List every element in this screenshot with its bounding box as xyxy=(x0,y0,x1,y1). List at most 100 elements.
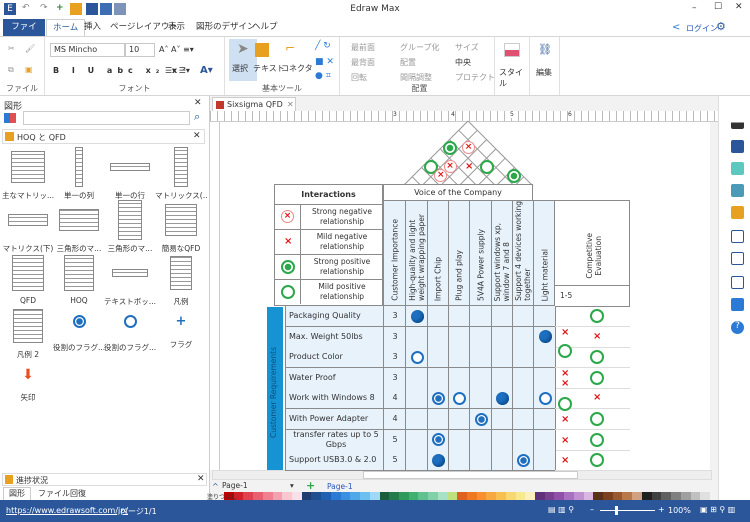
color-swatch[interactable] xyxy=(680,492,691,500)
matrix-cell[interactable] xyxy=(470,326,492,347)
login-link[interactable]: ログイン xyxy=(686,23,718,34)
matrix-cell[interactable] xyxy=(470,367,492,388)
shape-search-input[interactable] xyxy=(23,111,190,125)
line-style-icon[interactable] xyxy=(731,140,744,153)
matrix-cell[interactable] xyxy=(406,367,428,388)
layers-icon[interactable] xyxy=(731,206,744,219)
horizontal-scrollbar[interactable] xyxy=(212,470,712,480)
color-swatch[interactable] xyxy=(515,492,526,500)
color-swatch[interactable] xyxy=(398,492,409,500)
settings-gear-icon[interactable]: ⚙ xyxy=(716,20,726,33)
color-swatch[interactable] xyxy=(583,492,594,500)
shape-item[interactable]: ⬇ 矢印 xyxy=(2,360,54,403)
shape-item[interactable]: マトリクス(下) xyxy=(2,201,54,254)
shape-item[interactable]: 単一の列 xyxy=(53,147,105,201)
matrix-cell[interactable] xyxy=(428,326,449,347)
data-icon[interactable] xyxy=(731,276,744,289)
protect-button[interactable]: プロテクト xyxy=(455,72,495,83)
color-swatch[interactable] xyxy=(505,492,516,500)
shape-item[interactable]: HOQ xyxy=(53,254,105,305)
color-swatch[interactable] xyxy=(379,492,390,500)
page-tab[interactable]: Page-1 xyxy=(327,482,353,491)
color-swatch[interactable] xyxy=(447,492,458,500)
format-painter-icon[interactable]: 🖌 xyxy=(25,44,35,53)
matrix-cell[interactable] xyxy=(406,326,428,347)
color-swatch[interactable] xyxy=(544,492,555,500)
color-swatch[interactable] xyxy=(690,492,701,500)
matrix-cell[interactable] xyxy=(492,306,513,326)
color-swatch[interactable] xyxy=(262,492,273,500)
matrix-cell[interactable] xyxy=(513,306,534,326)
color-swatch[interactable] xyxy=(622,492,633,500)
tab-view[interactable]: 表示 xyxy=(162,19,191,36)
shape-item[interactable]: 単一の行 xyxy=(104,148,156,201)
copy-icon[interactable]: ⧉ xyxy=(8,65,14,75)
matrix-cell[interactable] xyxy=(406,409,428,429)
align-button[interactable]: 配置 xyxy=(400,57,416,68)
tab-insert[interactable]: 挿入 xyxy=(78,19,107,36)
color-swatch[interactable] xyxy=(535,492,545,500)
page-icon[interactable] xyxy=(731,230,744,243)
color-swatch[interactable] xyxy=(360,492,370,500)
close-panel-icon[interactable]: ✕ xyxy=(194,98,202,108)
zoom-out-button[interactable]: – xyxy=(590,505,594,514)
shape-item[interactable]: 役割のフラグ... xyxy=(53,307,105,353)
color-swatch[interactable] xyxy=(457,492,467,500)
color-swatch[interactable] xyxy=(593,492,604,500)
matrix-cell[interactable] xyxy=(470,450,492,471)
shape-item[interactable]: 簡易なQFD xyxy=(155,201,207,254)
zoom-slider[interactable] xyxy=(600,506,655,515)
matrix-cell[interactable] xyxy=(534,429,556,450)
view-mode-icons[interactable]: ▤ ▥ ⚲ xyxy=(548,505,574,514)
zoom-in-button[interactable]: + xyxy=(658,505,665,514)
color-swatch[interactable] xyxy=(272,492,283,500)
scrollbar-thumb[interactable] xyxy=(363,471,578,479)
matrix-cell[interactable] xyxy=(492,347,513,368)
matrix-cell[interactable] xyxy=(492,450,513,471)
color-swatch[interactable] xyxy=(321,492,331,500)
size-button[interactable]: サイズ xyxy=(455,42,479,53)
image-icon[interactable] xyxy=(731,184,744,197)
color-swatch[interactable] xyxy=(554,492,565,500)
close-tab-icon[interactable]: ✕ xyxy=(287,98,294,111)
matrix-cell[interactable] xyxy=(406,429,428,450)
color-swatch[interactable] xyxy=(350,492,361,500)
add-page-button[interactable]: + xyxy=(306,479,315,492)
color-swatch[interactable] xyxy=(496,492,506,500)
document-tab[interactable]: Sixsigma QFD ✕ xyxy=(212,97,296,111)
text-tool-icon[interactable] xyxy=(255,43,269,57)
shape-item[interactable]: 凡例 2 xyxy=(2,307,54,360)
matrix-cell[interactable] xyxy=(406,450,428,471)
color-swatch[interactable] xyxy=(243,492,254,500)
matrix-cell[interactable] xyxy=(513,347,534,368)
line-icon[interactable]: ╱ ↻ xyxy=(315,41,331,51)
bottom-tab-file-recovery[interactable]: ファイル回復 xyxy=(38,488,86,499)
select-tool-button[interactable]: ➤ 選択 xyxy=(229,39,257,81)
color-swatch[interactable] xyxy=(476,492,487,500)
matrix-cell[interactable] xyxy=(449,409,470,429)
ellipse-icon[interactable]: ● ⌗ xyxy=(315,71,331,81)
bring-front-button[interactable]: 最前面 xyxy=(351,42,375,53)
matrix-cell[interactable] xyxy=(492,409,513,429)
shape-item[interactable]: テキストボッ... xyxy=(104,254,156,307)
color-swatch[interactable] xyxy=(408,492,419,500)
shadow-icon[interactable] xyxy=(731,162,744,175)
color-swatch[interactable] xyxy=(700,492,710,500)
color-swatch[interactable] xyxy=(632,492,642,500)
matrix-cell[interactable] xyxy=(449,347,470,368)
rectangle-icon[interactable]: ■ ✕ xyxy=(315,57,334,67)
list-icon[interactable]: ☰▾ ☰▾ xyxy=(165,66,190,75)
matrix-cell[interactable] xyxy=(513,409,534,429)
fit-icons[interactable]: ▣ ⊞ ⚲ ▥ xyxy=(700,505,735,514)
color-swatch[interactable] xyxy=(369,492,380,500)
matrix-cell[interactable] xyxy=(534,347,556,368)
color-palette[interactable] xyxy=(224,492,710,500)
zoom-slider-thumb[interactable] xyxy=(615,506,618,515)
paste-icon[interactable]: ▣ xyxy=(25,65,33,74)
matrix-cell[interactable] xyxy=(492,429,513,450)
color-swatch[interactable] xyxy=(641,492,652,500)
color-swatch[interactable] xyxy=(311,492,322,500)
website-link[interactable]: https://www.edrawsoft.com/jp/ xyxy=(6,506,128,515)
matrix-cell[interactable] xyxy=(470,388,492,409)
text-tool-label[interactable]: テキスト xyxy=(253,63,285,74)
